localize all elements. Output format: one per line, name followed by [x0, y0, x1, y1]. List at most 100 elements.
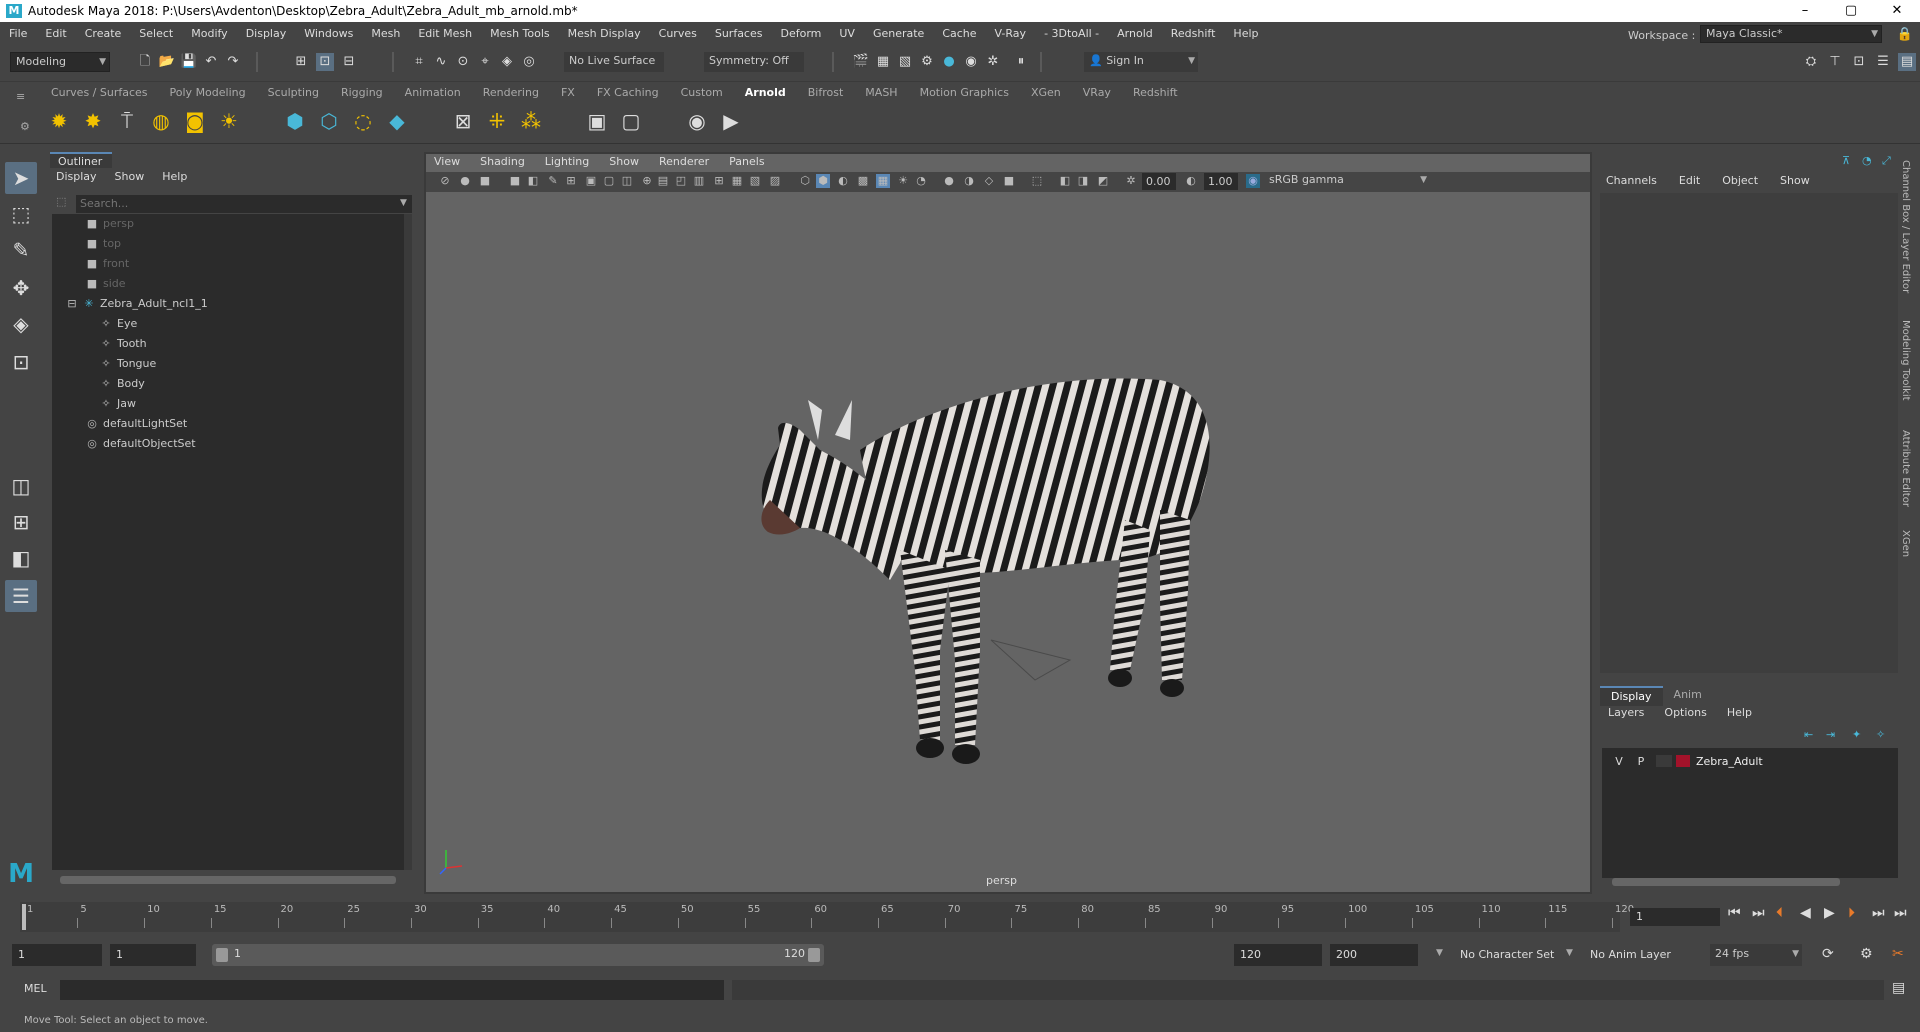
- shelf-tab-sculpting[interactable]: Sculpting: [257, 84, 330, 102]
- layer-row[interactable]: V P Zebra_Adult: [1610, 754, 1763, 768]
- default-material-icon[interactable]: ◐: [836, 174, 850, 188]
- viewport-menu-show[interactable]: Show: [609, 155, 639, 168]
- step-back-key-icon[interactable]: ⏭: [1752, 905, 1765, 921]
- color-space-dropdown[interactable]: sRGB gamma ▼: [1264, 172, 1430, 190]
- redo-icon[interactable]: ↷: [224, 53, 242, 71]
- menu-create[interactable]: Create: [76, 27, 131, 40]
- viewport-menu-shading[interactable]: Shading: [480, 155, 525, 168]
- arnold-play-icon[interactable]: ▶: [718, 108, 744, 134]
- shelf-tab-arnold[interactable]: Arnold: [734, 84, 797, 102]
- light-portal-icon[interactable]: ◙: [182, 108, 208, 134]
- color-management-icon[interactable]: ◉: [1246, 174, 1260, 188]
- move-tool-icon[interactable]: ✥: [5, 272, 37, 304]
- play-backwards-icon[interactable]: ◀: [1800, 905, 1811, 921]
- list-item[interactable]: ■ side: [84, 274, 126, 294]
- channel-expand-icon[interactable]: ⤢: [1882, 154, 1891, 168]
- backface-icon[interactable]: ◩: [1096, 174, 1110, 188]
- snap-surface-icon[interactable]: ◈: [498, 53, 516, 71]
- xray-joints-icon[interactable]: ◧: [1058, 174, 1072, 188]
- channel-box-icon[interactable]: ▤: [1898, 53, 1916, 71]
- isolate-select-icon[interactable]: ▥: [692, 174, 706, 188]
- use-all-lights-icon[interactable]: ▦: [876, 174, 890, 188]
- new-layer-selected-icon[interactable]: ✧: [1876, 728, 1885, 741]
- play-forwards-icon[interactable]: ▶: [1824, 905, 1835, 921]
- curve-collector-icon[interactable]: ◌: [350, 108, 376, 134]
- layer-playback-toggle[interactable]: P: [1632, 755, 1650, 768]
- list-item[interactable]: ■ top: [84, 234, 121, 254]
- outliner-menu-show[interactable]: Show: [115, 170, 145, 183]
- exposure-field[interactable]: [1142, 173, 1176, 190]
- script-editor-icon[interactable]: ▤: [1892, 980, 1905, 996]
- menu-set-dropdown[interactable]: Modeling ▼: [10, 52, 110, 72]
- anim-prefs-icon[interactable]: ✂: [1892, 946, 1904, 962]
- arnold-render-icon[interactable]: ◉: [962, 53, 980, 71]
- list-item[interactable]: ■ front: [84, 254, 129, 274]
- channel-pin-icon[interactable]: ⊼: [1842, 154, 1850, 167]
- playback-end-field[interactable]: [1234, 944, 1322, 966]
- layer-color-swatch[interactable]: [1676, 755, 1690, 767]
- auto-key-icon[interactable]: ⚙: [1860, 946, 1873, 962]
- menu-display[interactable]: Display: [237, 27, 296, 40]
- smooth-shade-all-icon[interactable]: ⬢: [816, 174, 830, 188]
- sign-in-button[interactable]: 👤 Sign In ▼: [1084, 52, 1198, 72]
- outliner-vertical-scrollbar[interactable]: [404, 214, 412, 870]
- multisample-icon[interactable]: ◑: [962, 174, 976, 188]
- textured-icon[interactable]: ▨: [768, 174, 782, 188]
- snap-point-icon[interactable]: ⊙: [454, 53, 472, 71]
- list-item[interactable]: ✧ Tongue: [98, 354, 156, 374]
- arnold-render-view-icon[interactable]: ▣: [584, 108, 610, 134]
- menu-3dtoall[interactable]: - 3DtoAll -: [1035, 27, 1108, 40]
- grease-pencil-icon[interactable]: ✎: [546, 174, 560, 188]
- side-tab-modeling-toolkit[interactable]: Modeling Toolkit: [1900, 320, 1911, 401]
- step-forward-key-icon[interactable]: ⏭: [1872, 905, 1885, 921]
- wireframe-icon[interactable]: ⊞: [712, 174, 726, 188]
- xray-icon[interactable]: ▩: [856, 174, 870, 188]
- camera-attributes-icon[interactable]: ●: [458, 174, 472, 188]
- command-input[interactable]: [60, 980, 724, 1000]
- menu-uv[interactable]: UV: [830, 27, 864, 40]
- shelf-tab-rendering[interactable]: Rendering: [472, 84, 550, 102]
- arnold-eye-icon[interactable]: ◉: [684, 108, 710, 134]
- range-end-handle[interactable]: [808, 948, 820, 962]
- pause-icon[interactable]: ⏸: [1012, 53, 1030, 71]
- fps-dropdown[interactable]: 24 fps ▼: [1710, 944, 1802, 966]
- tab-anim[interactable]: Anim: [1663, 686, 1713, 706]
- range-slider[interactable]: 1 120: [212, 944, 824, 966]
- tool-settings-icon[interactable]: ⊡: [1850, 53, 1868, 71]
- go-to-start-icon[interactable]: ⏮: [1728, 905, 1741, 921]
- paint-select-tool-icon[interactable]: ✎: [5, 234, 37, 266]
- playback-start-field[interactable]: [110, 944, 196, 966]
- menu-edit-mesh[interactable]: Edit Mesh: [409, 27, 481, 40]
- snap-curve-icon[interactable]: ∿: [432, 53, 450, 71]
- current-time-indicator[interactable]: [22, 904, 26, 930]
- select-hierarchy-icon[interactable]: ⊞: [292, 53, 310, 71]
- new-layer-icon[interactable]: ✦: [1852, 728, 1861, 741]
- gate-mask-icon[interactable]: ◫: [620, 174, 634, 188]
- current-frame-field[interactable]: [1630, 908, 1720, 926]
- list-item[interactable]: ✧ Jaw: [98, 394, 136, 414]
- layer-horizontal-scrollbar[interactable]: [1612, 878, 1840, 886]
- shelf-tab-xgen[interactable]: XGen: [1020, 84, 1072, 102]
- two-view-icon[interactable]: ◧: [5, 542, 37, 574]
- menu-arnold[interactable]: Arnold: [1108, 27, 1162, 40]
- lock-icon[interactable]: 🔒: [1896, 26, 1914, 44]
- select-object-icon[interactable]: ⊡: [316, 53, 334, 71]
- channel-menu-channels[interactable]: Channels: [1606, 174, 1657, 187]
- layers-menu-options[interactable]: Options: [1664, 706, 1706, 719]
- list-item[interactable]: ✧ Tooth: [98, 334, 146, 354]
- menu-redshift[interactable]: Redshift: [1162, 27, 1225, 40]
- menu-edit[interactable]: Edit: [36, 27, 75, 40]
- workspace-dropdown[interactable]: Maya Classic* ▼: [1700, 25, 1882, 43]
- menu-file[interactable]: File: [0, 27, 36, 40]
- gamma-field[interactable]: [1204, 173, 1238, 190]
- render-frame-icon[interactable]: ▦: [874, 53, 892, 71]
- channel-lock-icon[interactable]: ◔: [1862, 154, 1872, 167]
- character-set-dropdown[interactable]: No Character Set: [1460, 948, 1554, 961]
- move-layer-up-icon[interactable]: ⇤: [1804, 728, 1813, 741]
- menu-cache[interactable]: Cache: [933, 27, 985, 40]
- render-settings-icon[interactable]: ⚙: [918, 53, 936, 71]
- shelf-tab-redshift[interactable]: Redshift: [1122, 84, 1189, 102]
- layer-name[interactable]: Zebra_Adult: [1696, 755, 1763, 768]
- undo-icon[interactable]: ↶: [202, 53, 220, 71]
- gamma-icon[interactable]: ◐: [1184, 174, 1198, 188]
